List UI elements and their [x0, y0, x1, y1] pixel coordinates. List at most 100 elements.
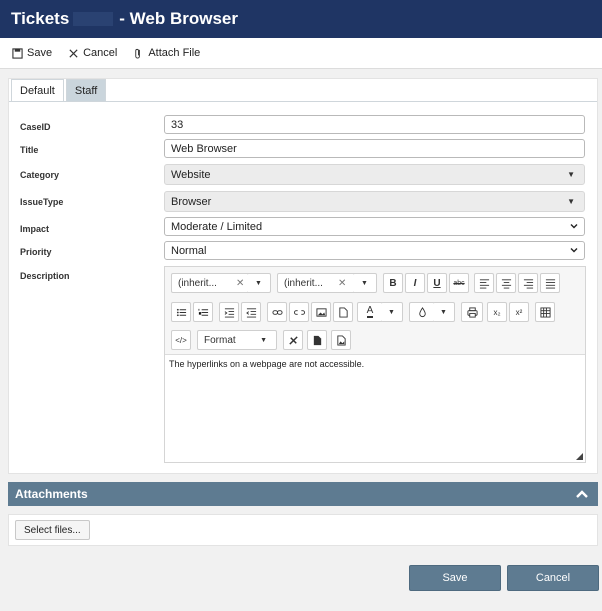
tab-divider [9, 101, 597, 102]
align-left-button[interactable] [474, 273, 494, 293]
attachments-header[interactable]: Attachments [8, 482, 598, 506]
save-icon [12, 47, 23, 59]
priority-label: Priority [20, 247, 52, 257]
underline-icon: U [433, 277, 441, 289]
priority-select[interactable]: Normal [164, 241, 585, 260]
editor-toolbar: (inherit... ✕ ▼ (inherit... ✕ ▼ B I U ab… [165, 267, 585, 355]
insert-image-button[interactable] [311, 302, 331, 322]
caseid-field[interactable]: 33 [164, 115, 585, 134]
image-file-icon [336, 334, 346, 346]
impact-label: Impact [20, 224, 50, 234]
chevron-down-icon [570, 224, 578, 229]
paint-drop-icon [418, 306, 426, 317]
clear-formatting-button[interactable] [283, 330, 303, 350]
tab-default[interactable]: Default [11, 79, 64, 101]
font-family-value: (inherit... [178, 277, 217, 289]
view-html-button[interactable]: </> [171, 330, 191, 350]
caseid-label: CaseID [20, 122, 51, 132]
caseid-value: 33 [171, 118, 184, 131]
title-value: Web Browser [171, 142, 237, 155]
toolbar-attach-label: Attach File [148, 47, 201, 59]
clear-icon: ✕ [236, 277, 245, 289]
outdent-button[interactable] [241, 302, 261, 322]
strikethrough-button[interactable]: abc [449, 273, 469, 293]
italic-icon: I [413, 277, 417, 289]
subscript-button[interactable]: x₂ [487, 302, 507, 322]
font-size-value: (inherit... [284, 277, 323, 289]
underline-button[interactable]: U [427, 273, 447, 293]
font-size-dropdown-button[interactable]: ▼ [353, 273, 377, 293]
align-center-icon [501, 278, 511, 289]
toolbar-cancel-button[interactable]: Cancel [68, 47, 117, 59]
window-titlebar: Tickets - Web Browser [0, 0, 602, 38]
redacted-area [73, 12, 114, 26]
table-icon [539, 306, 551, 318]
tab-bar: Default Staff [11, 79, 107, 101]
cancel-button[interactable]: Cancel [507, 565, 599, 591]
align-right-button[interactable] [518, 273, 538, 293]
image-icon [315, 307, 327, 317]
eraser-icon [288, 335, 298, 345]
insert-table-button[interactable] [535, 302, 555, 322]
unlink-icon [293, 309, 305, 315]
justify-button[interactable] [540, 273, 560, 293]
window-title-left: Tickets [11, 9, 70, 28]
category-value: Website [171, 168, 211, 181]
export-pdf-button[interactable] [307, 330, 327, 350]
unlink-button[interactable] [289, 302, 309, 322]
insert-link-button[interactable] [267, 302, 287, 322]
print-button[interactable] [461, 302, 483, 322]
format-label: Format [204, 334, 236, 346]
description-editor: (inherit... ✕ ▼ (inherit... ✕ ▼ B I U ab… [164, 266, 586, 463]
align-right-icon [523, 278, 533, 289]
outdent-icon [245, 307, 256, 318]
print-icon [466, 306, 478, 318]
code-icon: </> [175, 335, 187, 345]
category-dropdown[interactable]: Website ▼ [164, 164, 585, 185]
close-icon [69, 48, 78, 58]
toolbar-cancel-label: Cancel [83, 47, 118, 59]
issuetype-value: Browser [171, 195, 212, 208]
background-color-button[interactable] [409, 302, 435, 322]
caret-down-icon: ▼ [255, 279, 262, 287]
toolbar-save-button[interactable]: Save [12, 47, 52, 59]
document-icon [313, 335, 321, 345]
title-field[interactable]: Web Browser [164, 139, 585, 158]
chevron-up-icon[interactable] [575, 487, 589, 501]
background-color-dropdown-button[interactable]: ▼ [433, 302, 455, 322]
font-color-button[interactable]: A [357, 302, 383, 322]
superscript-icon: x² [515, 307, 523, 317]
attachments-title: Attachments [15, 487, 88, 501]
font-color-icon: A [366, 305, 374, 318]
editor-content[interactable]: The hyperlinks on a webpage are not acce… [169, 359, 364, 369]
impact-select[interactable]: Moderate / Limited [164, 217, 585, 236]
italic-button[interactable]: I [405, 273, 425, 293]
save-button[interactable]: Save [409, 565, 501, 591]
bold-icon: B [389, 277, 397, 289]
caret-down-icon: ▼ [440, 308, 447, 316]
subscript-icon: x₂ [493, 307, 501, 317]
tab-staff[interactable]: Staff [65, 79, 107, 101]
superscript-button[interactable]: x² [509, 302, 529, 322]
format-select[interactable]: Format ▼ [197, 330, 277, 350]
paperclip-icon [135, 48, 141, 59]
image-browser-button[interactable] [331, 330, 351, 350]
issuetype-dropdown[interactable]: Browser ▼ [164, 191, 585, 212]
font-family-select[interactable]: (inherit... ✕ [171, 273, 255, 293]
font-size-select[interactable]: (inherit... ✕ [277, 273, 359, 293]
bold-button[interactable]: B [383, 273, 403, 293]
file-icon [338, 306, 348, 318]
caret-down-icon: ▼ [361, 279, 368, 287]
numbered-list-button[interactable] [193, 302, 213, 322]
font-color-dropdown-button[interactable]: ▼ [381, 302, 403, 322]
bullet-list-button[interactable] [171, 302, 191, 322]
link-icon [271, 309, 283, 315]
indent-button[interactable] [219, 302, 239, 322]
resize-handle[interactable] [576, 453, 583, 460]
toolbar-attach-button[interactable]: Attach File [133, 47, 200, 59]
align-center-button[interactable] [496, 273, 516, 293]
font-family-dropdown-button[interactable]: ▼ [247, 273, 271, 293]
toolbar-save-label: Save [27, 47, 53, 59]
select-files-button[interactable]: Select files... [15, 520, 90, 540]
insert-file-button[interactable] [333, 302, 353, 322]
